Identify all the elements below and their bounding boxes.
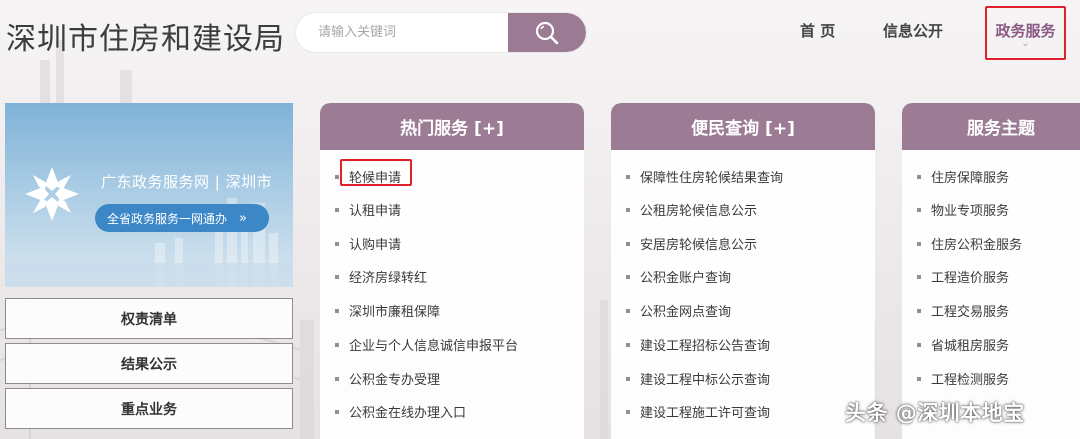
search-input[interactable] (296, 13, 508, 52)
bullet-icon (917, 376, 921, 381)
bullet-icon (335, 274, 339, 279)
list-item[interactable]: 保障性住房轮候结果查询 (626, 167, 783, 186)
bullet-icon (335, 376, 339, 381)
list-item[interactable]: 公积金在线办理入口 (335, 402, 466, 421)
list-item[interactable]: 物业专项服务 (917, 200, 1009, 219)
bullet-icon (335, 241, 339, 246)
panel-service-topics: 服务主题 住房保障服务 物业专项服务 住房公积金服务 工程造价服务 工程交易服务… (902, 103, 1080, 439)
site-title: 深圳市住房和建设局 (6, 22, 285, 57)
list-item[interactable]: 工程交易服务 (917, 301, 1009, 320)
bullet-icon (626, 308, 630, 313)
list-item[interactable]: 公积金专办受理 (335, 369, 440, 388)
bullet-icon (626, 274, 630, 279)
list-item[interactable]: 轮候申请 (335, 167, 401, 186)
list-item[interactable]: 公积金账户查询 (626, 267, 731, 286)
bullet-icon (335, 174, 339, 179)
list-item[interactable]: 住房保障服务 (917, 167, 1009, 186)
chevron-down-icon: ⌄ (1021, 38, 1030, 49)
list-item[interactable]: 认购申请 (335, 234, 401, 253)
gd-gov-service-banner[interactable]: 广东政务服务网 | 深圳市 全省政务服务一网通办 » (5, 103, 293, 287)
search-button[interactable] (508, 13, 586, 52)
bullet-icon (335, 342, 339, 347)
bullet-icon (626, 342, 630, 347)
bullet-icon (626, 207, 630, 212)
one-stop-service-label: 全省政务服务一网通办 (107, 211, 228, 226)
watermark-text: 头条 @深圳本地宝 (845, 401, 1025, 425)
list-item[interactable]: 公积金网点查询 (626, 301, 731, 320)
side-button-power-list[interactable]: 权责清单 (5, 298, 293, 339)
bullet-icon (917, 207, 921, 212)
panel-public-queries-title[interactable]: 便民查询 [+] (611, 103, 875, 150)
bullet-icon (917, 342, 921, 347)
list-item[interactable]: 工程造价服务 (917, 267, 1009, 286)
list-item[interactable]: 安居房轮候信息公示 (626, 234, 757, 253)
bullet-icon (335, 409, 339, 414)
bullet-icon (917, 174, 921, 179)
nav-gov-services[interactable]: 政务服务 ⌄ (985, 6, 1066, 60)
double-arrow-right-icon: » (239, 210, 247, 226)
search-bar (296, 13, 586, 52)
list-item[interactable]: 建设工程中标公示查询 (626, 369, 770, 388)
nav-info-public[interactable]: 信息公开 (883, 20, 943, 41)
list-item[interactable]: 建设工程施工许可查询 (626, 402, 770, 421)
list-item[interactable]: 建设工程招标公告查询 (626, 335, 770, 354)
list-item[interactable]: 深圳市廉租保障 (335, 301, 440, 320)
side-button-key-business[interactable]: 重点业务 (5, 388, 293, 429)
bullet-icon (917, 308, 921, 313)
panel-hot-services: 热门服务 [+] 轮候申请 认租申请 认购申请 经济房绿转红 深圳市廉租保障 企… (320, 103, 584, 439)
list-item[interactable]: 工程检测服务 (917, 369, 1009, 388)
banner-title: 广东政务服务网 | 深圳市 (101, 173, 273, 191)
bullet-icon (917, 274, 921, 279)
gd-gov-logo-icon (25, 167, 79, 221)
panel-public-queries: 便民查询 [+] 保障性住房轮候结果查询 公租房轮候信息公示 安居房轮候信息公示… (611, 103, 875, 439)
bullet-icon (626, 409, 630, 414)
list-item[interactable]: 公租房轮候信息公示 (626, 200, 757, 219)
bullet-icon (626, 376, 630, 381)
list-item[interactable]: 经济房绿转红 (335, 267, 427, 286)
bullet-icon (917, 241, 921, 246)
side-button-result-notice[interactable]: 结果公示 (5, 343, 293, 384)
nav-home[interactable]: 首 页 (800, 20, 835, 41)
one-stop-service-button[interactable]: 全省政务服务一网通办 » (95, 204, 269, 232)
panel-hot-services-title[interactable]: 热门服务 [+] (320, 103, 584, 150)
panel-service-topics-title[interactable]: 服务主题 (902, 103, 1080, 150)
list-item[interactable]: 省城租房服务 (917, 335, 1009, 354)
bullet-icon (335, 207, 339, 212)
search-icon (535, 21, 559, 44)
bullet-icon (626, 241, 630, 246)
list-item[interactable]: 企业与个人信息诚信申报平台 (335, 335, 518, 354)
bullet-icon (626, 174, 630, 179)
bullet-icon (335, 308, 339, 313)
list-item[interactable]: 认租申请 (335, 200, 401, 219)
list-item[interactable]: 住房公积金服务 (917, 234, 1022, 253)
